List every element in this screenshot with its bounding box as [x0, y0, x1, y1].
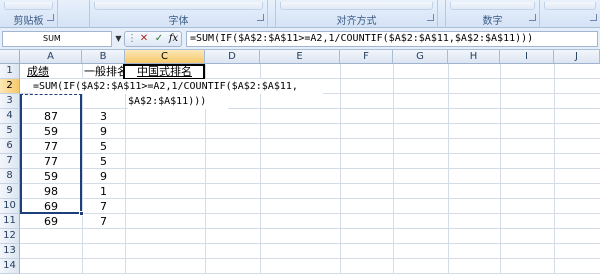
column-header-i[interactable]: I [500, 50, 554, 64]
column-header-c[interactable]: C [125, 50, 205, 64]
formula-input[interactable]: =SUM(IF($A$2:$A$11>=A2,1/COUNTIF($A$2:$A… [186, 31, 598, 47]
column-header-a[interactable]: A [20, 50, 82, 64]
cell-b1[interactable]: 一般排名 [84, 64, 128, 79]
row-header[interactable]: 6 [0, 139, 20, 154]
formula-bar: SUM ▼ ⋮ ✕ ✓ fx =SUM(IF($A$2:$A$11>=A2,1/… [0, 28, 600, 50]
row-header[interactable]: 13 [0, 244, 20, 259]
cell-editor-line-1[interactable]: =SUM(IF($A$2:$A$11>=A2,1/COUNTIF($A$2:$A… [33, 79, 323, 94]
cell-rank[interactable]: 3 [82, 109, 125, 124]
row-header[interactable]: 8 [0, 169, 20, 184]
cell-rank[interactable]: 5 [82, 154, 125, 169]
ribbon: 剪贴板 字体 对齐方式 数字 [0, 0, 600, 28]
column-header-e[interactable]: E [260, 50, 340, 64]
row-header[interactable]: 7 [0, 154, 20, 169]
column-header-h[interactable]: H [448, 50, 500, 64]
ribbon-group-number[interactable]: 数字 [446, 0, 540, 28]
cell-editor-line-2[interactable]: $A$2:$A$11))) [128, 94, 228, 109]
chevron-down-icon[interactable]: ▼ [113, 32, 124, 46]
ribbon-group-spacer [58, 0, 90, 28]
cancel-icon[interactable]: ✕ [137, 32, 151, 46]
ribbon-group-label: 字体 [168, 16, 189, 27]
row-header[interactable]: 11 [0, 214, 20, 229]
grip-icon: ⋮ [127, 33, 137, 44]
cell-rank[interactable]: 9 [82, 124, 125, 139]
row-header[interactable]: 2 [0, 79, 20, 94]
ribbon-group-label: 数字 [482, 16, 503, 27]
row-header[interactable]: 14 [0, 259, 20, 274]
cell-score[interactable]: 69 [20, 214, 82, 229]
insert-function-icon[interactable]: fx [166, 32, 181, 46]
cell-rank[interactable]: 5 [82, 139, 125, 154]
row-header[interactable]: 10 [0, 199, 20, 214]
formula-buttons: ⋮ ✕ ✓ fx [124, 31, 182, 47]
name-box[interactable]: SUM [2, 31, 112, 47]
cell-rank[interactable]: 1 [82, 184, 125, 199]
ribbon-group-next[interactable] [540, 0, 600, 28]
dialog-launcher-icon[interactable] [427, 14, 434, 21]
column-header-d[interactable]: D [205, 50, 260, 64]
select-all-corner[interactable] [0, 50, 20, 64]
dialog-launcher-icon[interactable] [590, 14, 597, 21]
range-resize-handle[interactable] [79, 211, 84, 216]
column-header-f[interactable]: F [340, 50, 393, 64]
worksheet-grid[interactable]: A B C D E F G H I J 1 2 3 4 5 6 7 8 9 10… [0, 50, 600, 274]
ribbon-group-spacer [438, 0, 446, 28]
dialog-launcher-icon[interactable] [529, 14, 536, 21]
cell-rank[interactable]: 7 [82, 199, 125, 214]
cell-c1[interactable]: 中国式排名 [137, 64, 201, 79]
cell-rank[interactable]: 7 [82, 214, 125, 229]
dialog-launcher-icon[interactable] [257, 14, 264, 21]
row-header[interactable]: 4 [0, 109, 20, 124]
row-header[interactable]: 12 [0, 229, 20, 244]
ribbon-group-alignment[interactable]: 对齐方式 [276, 0, 438, 28]
ribbon-group-label: 对齐方式 [336, 16, 377, 27]
ribbon-group-spacer [268, 0, 276, 28]
row-header[interactable]: 9 [0, 184, 20, 199]
row-header[interactable]: 1 [0, 64, 20, 79]
cell-rank[interactable]: 9 [82, 169, 125, 184]
enter-icon[interactable]: ✓ [152, 32, 166, 46]
ribbon-group-clipboard[interactable]: 剪贴板 [0, 0, 58, 28]
row-header[interactable]: 5 [0, 124, 20, 139]
cell-a1[interactable]: 成绩 [27, 64, 77, 79]
referenced-range-highlight [20, 94, 82, 214]
column-header-j[interactable]: J [554, 50, 600, 64]
dialog-launcher-icon[interactable] [47, 14, 54, 21]
row-header[interactable]: 3 [0, 94, 20, 109]
ribbon-group-font[interactable]: 字体 [90, 0, 268, 28]
column-header-g[interactable]: G [393, 50, 448, 64]
column-header-b[interactable]: B [82, 50, 125, 64]
